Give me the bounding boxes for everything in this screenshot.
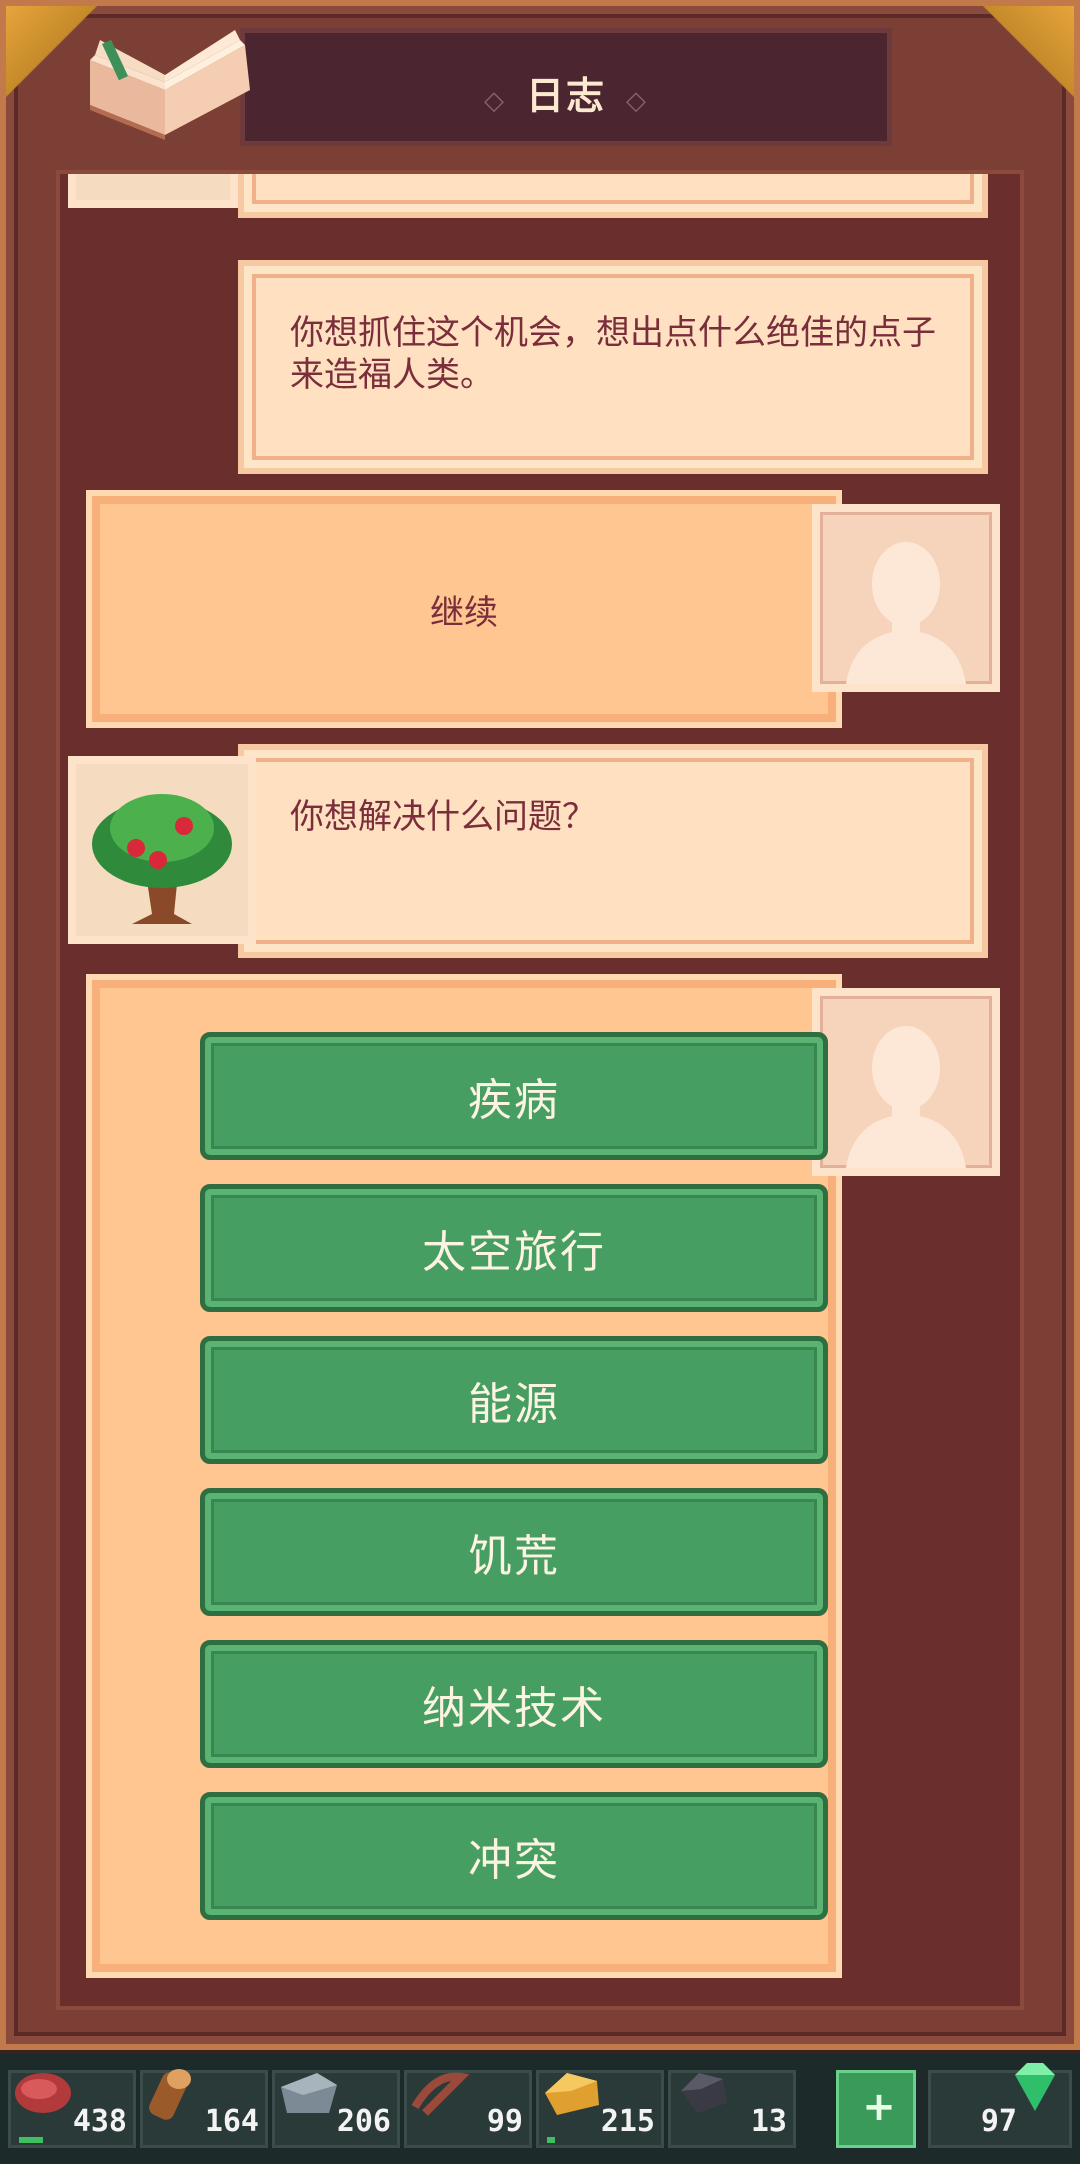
resource-meat: 438 bbox=[8, 2070, 136, 2148]
previous-entry-card bbox=[238, 174, 988, 218]
npc-portrait-frame bbox=[68, 756, 256, 944]
gold-ore-icon bbox=[545, 2073, 599, 2115]
resource-gems: 97 bbox=[928, 2063, 1072, 2148]
page-title: ◇ 日志 ◇ bbox=[245, 65, 887, 120]
resource-meat-value: 438 bbox=[72, 2104, 127, 2139]
narration-text: 你想抓住这个机会，想出点什么绝佳的点子来造福人类。 bbox=[290, 313, 936, 395]
apple-tree-icon bbox=[92, 794, 232, 924]
diamond-icon: ◇ bbox=[626, 86, 648, 116]
add-gems-button[interactable]: + bbox=[836, 2070, 916, 2148]
option-energy-button[interactable]: 能源 bbox=[200, 1336, 828, 1464]
previous-entry-tree-frame bbox=[68, 174, 238, 208]
narration-card: 你想抓住这个机会，想出点什么绝佳的点子来造福人类。 bbox=[238, 260, 988, 474]
option-famine-button[interactable]: 饥荒 bbox=[200, 1488, 828, 1616]
option-space-travel-button[interactable]: 太空旅行 bbox=[200, 1184, 828, 1312]
resource-rope-value: 99 bbox=[486, 2104, 523, 2139]
option-conflict-button[interactable]: 冲突 bbox=[200, 1792, 828, 1920]
person-silhouette-icon bbox=[846, 542, 966, 684]
resource-coal: 13 bbox=[668, 2070, 796, 2148]
resource-wood: 164 bbox=[140, 2069, 268, 2148]
corner-ornament-right bbox=[974, 6, 1074, 106]
resource-stone-value: 206 bbox=[336, 2104, 391, 2139]
title-bar: ◇ 日志 ◇ bbox=[240, 28, 892, 146]
resource-stone: 206 bbox=[272, 2070, 400, 2148]
resource-meat-meter bbox=[19, 2137, 43, 2143]
rope-icon bbox=[411, 2072, 470, 2116]
resource-coal-value: 13 bbox=[750, 2104, 787, 2139]
continue-choice-card[interactable]: 继续 bbox=[86, 490, 842, 728]
book-icon bbox=[90, 30, 250, 140]
person-silhouette-icon bbox=[846, 1026, 966, 1168]
resource-rope: 99 bbox=[404, 2070, 532, 2148]
option-disease-button[interactable]: 疾病 bbox=[200, 1032, 828, 1160]
resource-gold-value: 215 bbox=[600, 2104, 655, 2139]
stone-icon bbox=[281, 2073, 337, 2113]
diamond-icon: ◇ bbox=[483, 86, 506, 116]
resource-gold-meter bbox=[547, 2137, 555, 2143]
option-nanotech-button[interactable]: 纳米技术 bbox=[200, 1640, 828, 1768]
resource-gems-value: 97 bbox=[980, 2104, 1017, 2139]
coal-icon bbox=[681, 2073, 727, 2113]
title-label: 日志 bbox=[525, 74, 606, 118]
resource-gold: 215 bbox=[536, 2070, 664, 2148]
meat-icon bbox=[15, 2073, 71, 2113]
plus-icon: + bbox=[862, 2084, 896, 2130]
log-panel[interactable]: 你想抓住这个机会，想出点什么绝佳的点子来造福人类。 继续 你想解决什么问题？ 疾… bbox=[56, 170, 1024, 2010]
player-portrait bbox=[812, 988, 1000, 1176]
resource-bar: 438 164 206 99 215 13 + 97 bbox=[0, 2050, 1080, 2164]
wood-log-icon bbox=[149, 2069, 191, 2120]
resource-wood-value: 164 bbox=[204, 2104, 259, 2139]
player-portrait bbox=[812, 504, 1000, 692]
continue-button-label[interactable]: 继续 bbox=[92, 592, 836, 634]
question-card: 你想解决什么问题？ bbox=[238, 744, 988, 958]
question-text: 你想解决什么问题？ bbox=[290, 797, 596, 837]
